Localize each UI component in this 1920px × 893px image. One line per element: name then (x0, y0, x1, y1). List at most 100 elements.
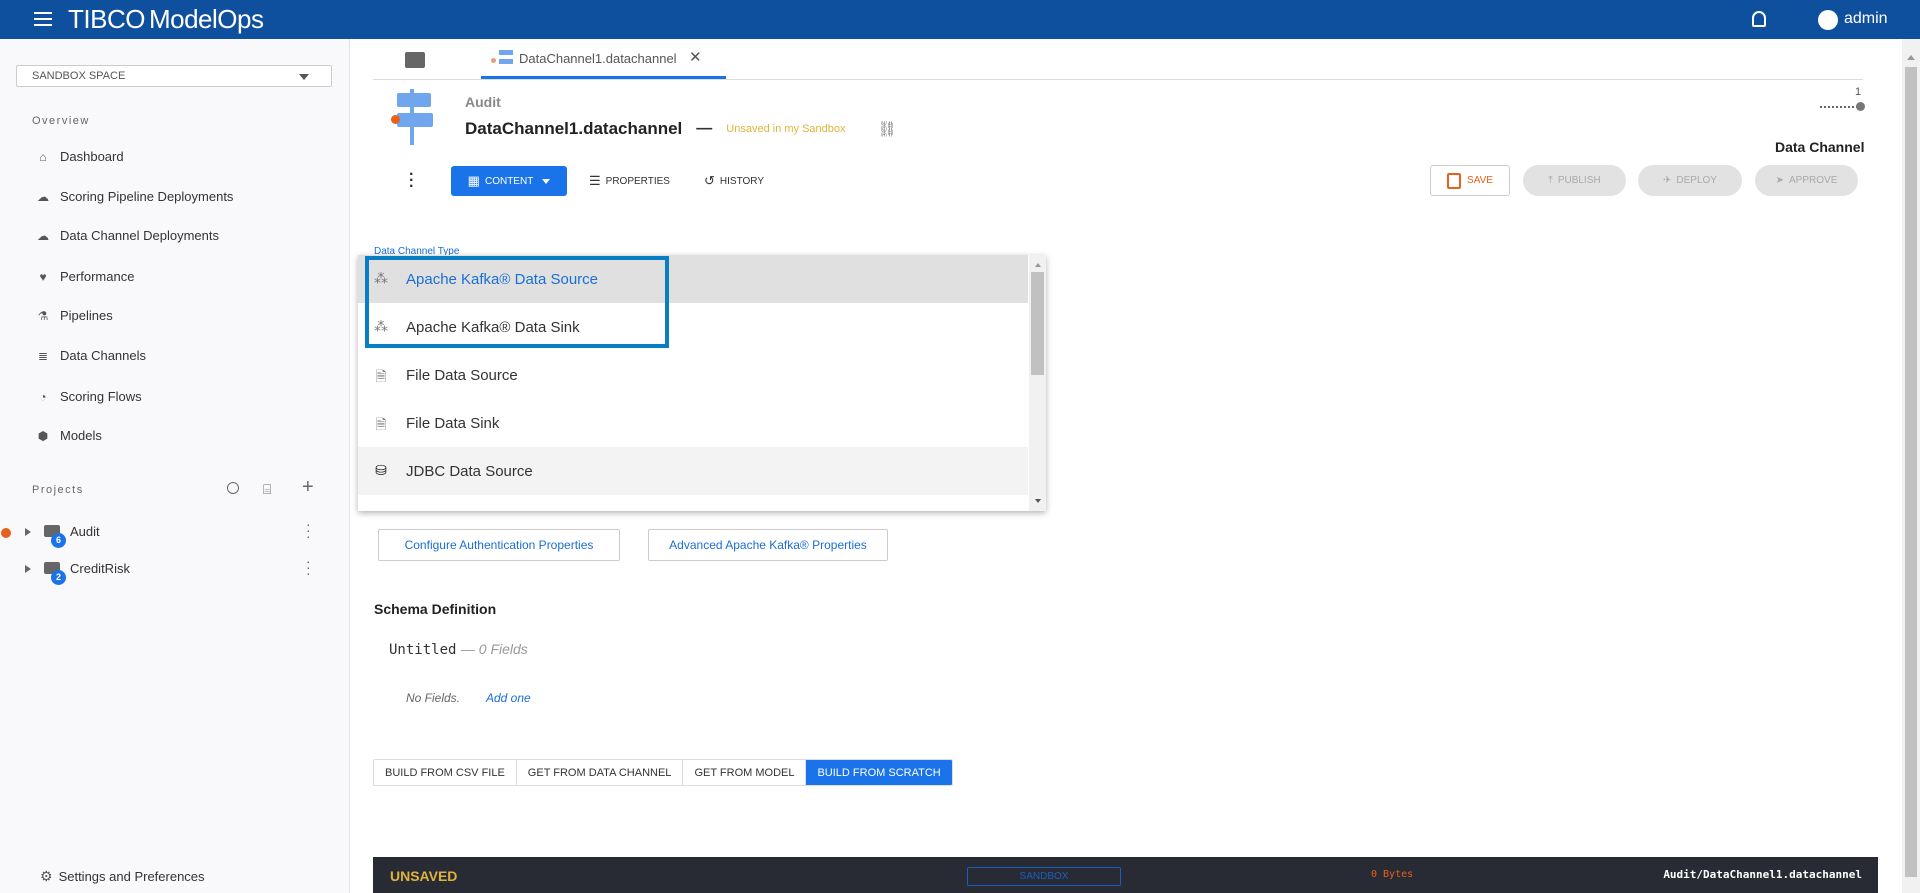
footer-size: 0 Bytes (1371, 869, 1414, 880)
content-button[interactable]: ▦ CONTENT (451, 166, 567, 196)
field-count: — 0 Fields (460, 641, 528, 657)
schema-name[interactable]: Untitled (389, 642, 456, 658)
caret-down-icon (542, 179, 551, 188)
space-select[interactable]: SANDBOX SPACE (16, 65, 332, 87)
footer-space-badge: SANDBOX (967, 867, 1121, 886)
user-avatar-icon[interactable] (1818, 10, 1838, 30)
unsaved-dot (491, 58, 496, 63)
project-name: Audit (70, 524, 100, 539)
highlight-box (365, 256, 669, 348)
schema-heading: Schema Definition (374, 601, 497, 617)
expand-arrow-icon[interactable] (25, 528, 35, 536)
space-select-value: SANDBOX SPACE (32, 70, 126, 82)
artifact-project[interactable]: Audit (465, 94, 501, 110)
expand-arrow-icon[interactable] (25, 565, 35, 573)
version-number: 1 (1855, 86, 1862, 98)
configure-authentication-button[interactable]: Configure Authentication Properties (378, 529, 620, 561)
user-name[interactable]: admin (1844, 10, 1888, 28)
save-disk-icon (1447, 172, 1462, 189)
schema-title: Untitled — 0 Fields (389, 641, 528, 659)
no-fields-text: No Fields. (406, 691, 461, 705)
option-label: File Data Source (406, 366, 518, 384)
more-options-icon[interactable]: · · · (409, 167, 414, 195)
history-button[interactable]: ↺ HISTORY (704, 166, 764, 196)
project-row-audit[interactable]: 6 Audit · · · (0, 517, 340, 548)
sidebar-item-scoring-pipeline-deployments[interactable]: ☁ Scoring Pipeline Deployments (36, 189, 233, 204)
send-icon: ➤ (1775, 175, 1785, 186)
sidebar-item-data-channel-deployments[interactable]: ☁ Data Channel Deployments (36, 228, 219, 243)
option-label: File Data Sink (406, 414, 500, 432)
product-name: ModelOps (148, 4, 264, 34)
properties-label: PROPERTIES (605, 175, 670, 187)
dropdown-scrollbar[interactable] (1029, 255, 1046, 511)
artifact-name: DataChannel1.datachannel (465, 119, 683, 138)
menu-icon[interactable] (34, 12, 52, 26)
sidebar-item-models[interactable]: ⬢ Models (36, 428, 102, 443)
app-logo: TIBCO ModelOps (68, 4, 264, 34)
version-timeline[interactable] (1820, 102, 1865, 111)
gear-icon: ⚙ (40, 868, 53, 884)
sidebar-item-label: Models (60, 428, 102, 443)
project-count-badge: 6 (51, 533, 66, 548)
tab-label: DataChannel1.datachannel (519, 51, 677, 66)
project-menu-icon[interactable]: · · · (306, 554, 311, 580)
projects-heading: Projects (32, 484, 84, 496)
top-bar: TIBCO ModelOps admin (0, 0, 1920, 39)
settings-link[interactable]: ⚙ Settings and Preferences (40, 868, 205, 885)
sidebar-item-label: Performance (60, 269, 135, 284)
sidebar-item-label: Data Channels (60, 348, 146, 363)
deploy-button[interactable]: ✈ DEPLOY (1638, 165, 1742, 196)
plane-takeoff-icon: ✈ (1663, 175, 1672, 186)
project-briefcase-icon[interactable]: ⌸ (263, 481, 271, 498)
content-label: CONTENT (484, 175, 534, 187)
sidebar-item-pipelines[interactable]: ⚗ Pipelines (36, 308, 113, 323)
sidebar: SANDBOX SPACE Overview ⌂ Dashboard ☁ Scori… (0, 39, 350, 893)
properties-button[interactable]: ☰ PROPERTIES (589, 166, 670, 196)
cloud-upload-icon: ☁ (37, 228, 49, 243)
briefcase-tab-icon[interactable] (405, 52, 425, 68)
unsaved-dot (1, 528, 11, 538)
build-from-csv-button[interactable]: BUILD FROM CSV FILE (374, 760, 517, 785)
save-label: SAVE (1467, 175, 1493, 186)
project-row-creditrisk[interactable]: 2 CreditRisk · · · (0, 554, 340, 585)
option-partial[interactable]: ⛁ (358, 495, 1028, 511)
notifications-bell-icon[interactable] (1752, 11, 1766, 27)
pipeline-icon: ⚗ (37, 308, 49, 323)
close-icon[interactable]: ✕ (689, 48, 702, 66)
settings-label: Settings and Preferences (58, 869, 205, 884)
option-file-data-sink[interactable]: 🗎 File Data Sink (358, 399, 1028, 447)
project-menu-icon[interactable]: · · · (306, 517, 311, 543)
status-footer: UNSAVED SANDBOX 0 Bytes Audit/DataChanne… (373, 857, 1878, 893)
approve-button[interactable]: ➤ APPROVE (1755, 165, 1858, 196)
sidebar-item-data-channels[interactable]: ≣ Data Channels (36, 348, 146, 363)
sidebar-item-performance[interactable]: ♥ Performance (36, 269, 134, 284)
page-scrollbar[interactable] (1902, 39, 1920, 893)
add-one-link[interactable]: Add one (486, 691, 531, 705)
add-project-icon[interactable]: + (302, 476, 314, 499)
artifact-type: Data Channel (1775, 139, 1865, 155)
save-button[interactable]: SAVE (1430, 165, 1510, 196)
search-projects-icon[interactable] (227, 482, 239, 494)
link-icon[interactable]: ⛓ (878, 120, 897, 138)
csv-file-icon: 🗎 (375, 416, 387, 432)
option-jdbc-data-source[interactable]: ⛁ JDBC Data Source (358, 447, 1028, 495)
scrollbar-thumb[interactable] (1905, 67, 1917, 877)
approve-label: APPROVE (1789, 175, 1838, 186)
sidebar-item-label: Scoring Pipeline Deployments (60, 189, 234, 204)
home-icon: ⌂ (39, 149, 47, 164)
project-name: CreditRisk (70, 561, 130, 576)
option-file-data-source[interactable]: 🗎 File Data Source (358, 351, 1028, 399)
schema-build-options: BUILD FROM CSV FILE GET FROM DATA CHANNE… (373, 759, 953, 786)
advanced-kafka-properties-button[interactable]: Advanced Apache Kafka® Properties (648, 529, 888, 561)
sidebar-item-dashboard[interactable]: ⌂ Dashboard (36, 149, 123, 164)
build-from-scratch-button[interactable]: BUILD FROM SCRATCH (806, 760, 952, 785)
grid-icon: ▦ (467, 173, 480, 188)
publish-button[interactable]: ⤒ PUBLISH (1523, 165, 1626, 196)
get-from-model-button[interactable]: GET FROM MODEL (683, 760, 807, 785)
gauge-icon: ◔ (39, 389, 47, 404)
tab-datachannel[interactable]: DataChannel1.datachannel ✕ (481, 40, 726, 79)
sidebar-item-scoring-flows[interactable]: ◔ Scoring Flows (36, 389, 141, 404)
get-from-data-channel-button[interactable]: GET FROM DATA CHANNEL (516, 760, 684, 785)
sidebar-item-label: Pipelines (60, 308, 113, 323)
scrollbar-thumb[interactable] (1031, 272, 1044, 375)
